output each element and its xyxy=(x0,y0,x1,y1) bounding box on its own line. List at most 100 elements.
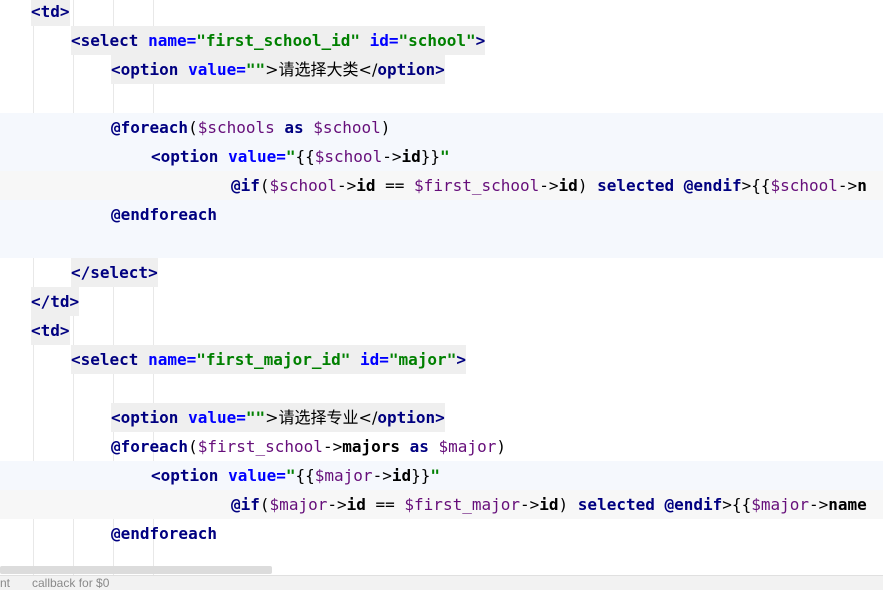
code-token: <option xyxy=(111,408,189,427)
code-token: -> xyxy=(520,495,540,514)
code-token: -> xyxy=(327,495,347,514)
code-token: @endif xyxy=(664,495,723,514)
code-token: selected xyxy=(577,495,655,514)
code-token: select xyxy=(80,31,139,50)
breadcrumb-bar: nt callback for $0 xyxy=(0,575,883,590)
code-token: ( xyxy=(259,495,270,514)
code-token: id xyxy=(401,147,421,166)
breadcrumb-item[interactable]: nt xyxy=(0,576,10,590)
code-token: == xyxy=(375,176,415,195)
code-token: </select> xyxy=(71,263,158,282)
code-token: name= xyxy=(138,31,197,50)
code-token: "" xyxy=(245,408,266,427)
code-token: majors xyxy=(342,437,400,456)
code-editor[interactable]: <td> <select name="first_school_id" id="… xyxy=(0,0,883,589)
code-token: > xyxy=(456,350,466,369)
code-token: n xyxy=(857,176,867,195)
code-token: == xyxy=(365,495,405,514)
code-token: value= xyxy=(228,147,286,166)
code-token: }} xyxy=(420,147,440,166)
code-line: @endforeach xyxy=(0,200,883,229)
code-token: name xyxy=(828,495,867,514)
breadcrumb-item[interactable]: callback for $0 xyxy=(32,576,109,590)
code-token: "first_major_id" xyxy=(196,350,351,369)
code-token: ) xyxy=(380,118,391,137)
code-token: id= xyxy=(350,350,389,369)
code-token: name= xyxy=(138,350,197,369)
code-token: @endforeach xyxy=(111,205,217,224)
code-token: $school xyxy=(313,118,381,137)
code-token: id xyxy=(391,466,412,485)
code-line: <select name="first_major_id" id="major"… xyxy=(0,345,883,374)
code-token: ) xyxy=(577,176,598,195)
code-token: -> xyxy=(382,147,402,166)
code-token: $first_school xyxy=(414,176,540,195)
code-token: @foreach xyxy=(111,118,189,137)
code-token: value= xyxy=(188,60,246,79)
code-line xyxy=(0,229,883,258)
code-token: -> xyxy=(372,466,392,485)
code-token: "major" xyxy=(388,350,457,369)
code-token: value= xyxy=(188,408,246,427)
code-token: $major xyxy=(269,495,328,514)
code-line: @foreach($schools as $school) xyxy=(0,113,883,142)
code-token: $major xyxy=(314,466,373,485)
code-token: $major xyxy=(751,495,809,514)
code-line: @if($major->id == $first_major->id) sele… xyxy=(0,490,883,519)
code-token: $school xyxy=(314,147,383,166)
code-line: @if($school->id == $first_school->id) se… xyxy=(0,171,883,200)
code-line: <option value="{{$school->id}}" xyxy=(0,142,883,171)
code-line: </select> xyxy=(0,258,883,287)
code-token: value= xyxy=(228,466,286,485)
code-token: $school xyxy=(269,176,337,195)
code-token: option> xyxy=(377,408,445,427)
code-token: " xyxy=(430,466,440,485)
code-token: id xyxy=(558,176,578,195)
code-token: @foreach xyxy=(111,437,189,456)
code-token: -> xyxy=(809,495,829,514)
code-token: -> xyxy=(539,176,559,195)
code-line: <td> xyxy=(0,0,883,26)
code-token: selected xyxy=(597,176,675,195)
code-token: >请选择专业</ xyxy=(265,408,378,427)
code-token: {{ xyxy=(295,147,315,166)
code-token: <option xyxy=(151,147,229,166)
code-token: id xyxy=(539,495,559,514)
code-token: id xyxy=(356,176,376,195)
code-token: </td> xyxy=(31,292,80,311)
code-token: " xyxy=(440,147,450,166)
code-line: @foreach($first_school->majors as $major… xyxy=(0,432,883,461)
code-line: </td> xyxy=(0,287,883,316)
code-token: option> xyxy=(377,60,445,79)
code-token: " xyxy=(285,147,296,166)
code-token: select xyxy=(80,350,139,369)
code-line: <option value="{{$major->id}}" xyxy=(0,461,883,490)
code-token: $school xyxy=(770,176,838,195)
code-token: > xyxy=(475,31,486,50)
code-token: "school" xyxy=(398,31,476,50)
code-token: ) xyxy=(496,437,506,456)
code-token: >{{ xyxy=(722,495,752,514)
code-token: >请选择大类</ xyxy=(265,60,378,79)
code-token: <td> xyxy=(31,2,70,21)
code-token: $major xyxy=(438,437,497,456)
code-token: as xyxy=(274,118,314,137)
code-line: <td> xyxy=(0,316,883,345)
code-token: " xyxy=(285,466,296,485)
code-token: <option xyxy=(111,60,189,79)
code-token: -> xyxy=(322,437,343,456)
code-line: @endforeach xyxy=(0,519,883,548)
code-token: ( xyxy=(188,437,198,456)
code-token: $first_school xyxy=(197,437,323,456)
code-token: @endif xyxy=(683,176,742,195)
code-token: @if xyxy=(231,495,260,514)
horizontal-scrollbar[interactable] xyxy=(0,566,272,574)
code-token: ) xyxy=(558,495,578,514)
code-token: ( xyxy=(259,176,270,195)
code-token: >{{ xyxy=(741,176,771,195)
code-token: id= xyxy=(360,31,399,50)
code-token: ( xyxy=(188,118,198,137)
code-token: as xyxy=(400,437,439,456)
